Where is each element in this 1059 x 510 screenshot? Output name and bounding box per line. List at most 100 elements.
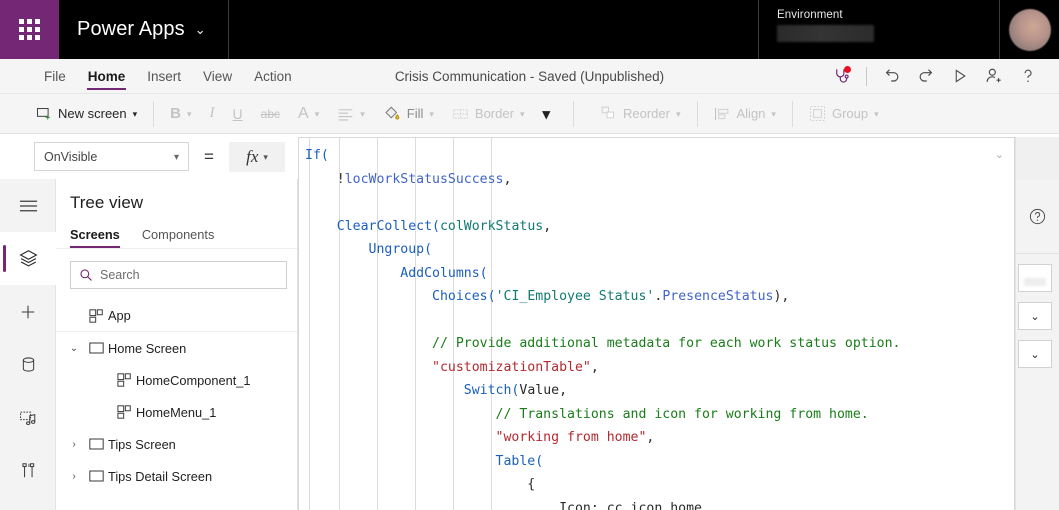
group-button[interactable]: Group ▾ (800, 99, 888, 129)
brand-title: Power Apps (77, 18, 185, 40)
preview-icon[interactable] (943, 61, 977, 91)
code-token: ClearCollect( (305, 218, 440, 234)
search-input[interactable]: Search (100, 268, 140, 282)
code-token: AddColumns( (305, 265, 488, 281)
account-area[interactable] (1000, 0, 1059, 59)
code-line: Table( (305, 450, 1014, 474)
code-token: Table( (305, 453, 544, 469)
equals-sign: = (204, 146, 214, 166)
code-line: "working from home", (305, 426, 1014, 450)
code-token: Value (519, 383, 560, 398)
data-icon[interactable] (0, 338, 56, 391)
border-button[interactable]: Border ▾ (443, 99, 534, 129)
properties-panel-edge: ⌄ ⌄ (1015, 254, 1059, 510)
search-box[interactable]: Search (70, 261, 287, 289)
help-icon[interactable] (1011, 61, 1045, 91)
align-button[interactable]: Align ▾ (705, 99, 785, 129)
formula-code[interactable]: If( !locWorkStatusSuccess, ClearCollect(… (299, 138, 1014, 510)
chevron-down-icon[interactable]: ▾ (520, 109, 525, 120)
menu-item-insert[interactable]: Insert (136, 59, 192, 94)
fx-button[interactable]: fx ▾ (229, 141, 285, 172)
code-line: !locWorkStatusSuccess, (305, 168, 1014, 192)
app-checker-icon[interactable] (824, 61, 858, 91)
more-options-button[interactable]: ▾ (533, 99, 559, 129)
chevron-down-icon[interactable]: ▾ (187, 109, 192, 120)
menu-item-view[interactable]: View (192, 59, 243, 94)
underline-label: U (232, 105, 243, 122)
bold-button[interactable]: B ▾ (161, 99, 200, 129)
media-icon[interactable] (0, 391, 56, 444)
menu-icon[interactable] (0, 179, 56, 232)
code-token: locWorkStatusSuccess (344, 171, 504, 187)
code-token: , (559, 383, 568, 398)
code-line: Icon: cc_icon_home (305, 497, 1014, 510)
menu-item-action[interactable]: Action (243, 59, 303, 94)
dropdown-1[interactable]: ⌄ (1018, 302, 1052, 330)
code-line: AddColumns( (305, 262, 1014, 286)
right-panel-help[interactable] (1015, 180, 1059, 254)
chevron-down-icon: ▾ (542, 105, 550, 123)
component-icon (112, 405, 136, 419)
environment-label: Environment (777, 9, 843, 21)
chevron-down-icon[interactable]: ⌄ (195, 22, 206, 38)
code-token: "customizationTable" (305, 359, 591, 375)
top-bar: Power Apps ⌄ Environment (0, 0, 1059, 59)
brand-area[interactable]: Power Apps ⌄ (59, 0, 229, 59)
advanced-tools-icon[interactable] (0, 444, 56, 497)
color-swatch-field[interactable] (1018, 264, 1052, 292)
chevron-down-icon[interactable]: ▾ (771, 109, 776, 120)
app-launcher-icon[interactable] (0, 0, 59, 59)
tab-screens[interactable]: Screens (70, 227, 120, 248)
code-line: Choices('CI_Employee Status'.PresenceSta… (305, 285, 1014, 309)
formula-editor[interactable]: ⌄ If( !locWorkStatusSuccess, ClearCollec… (298, 137, 1015, 510)
expand-formula-bar-chevron-icon[interactable]: ⌄ (995, 148, 1004, 161)
code-token: , (590, 359, 599, 375)
font-color-button[interactable]: A ▾ (289, 99, 328, 129)
tree-item-label: App (108, 308, 131, 323)
align-text-button[interactable]: ▾ (328, 99, 374, 129)
strikethrough-button[interactable]: abc (252, 99, 289, 129)
tree-item-home-screen[interactable]: ⌄ Home Screen (56, 332, 297, 364)
italic-button[interactable]: I (201, 99, 224, 129)
code-token: PresenceStatus (662, 289, 774, 304)
insert-icon[interactable] (0, 285, 56, 338)
new-screen-button[interactable]: New screen ▾ (26, 99, 146, 129)
share-icon[interactable] (977, 61, 1011, 91)
group-label: Group (831, 106, 869, 121)
divider (573, 100, 574, 127)
property-selector[interactable]: OnVisible ▾ (34, 142, 189, 171)
chevron-down-icon[interactable]: ▾ (315, 109, 320, 120)
tree-item-app[interactable]: App (56, 300, 297, 332)
environment-selector[interactable]: Environment (758, 0, 1000, 59)
tree-item-label: HomeMenu_1 (136, 404, 217, 420)
tree-view-icon[interactable] (0, 232, 56, 285)
left-rail (0, 179, 56, 510)
fill-button[interactable]: Fill ▾ (374, 99, 443, 129)
chevron-down-icon[interactable]: ▾ (133, 109, 138, 120)
chevron-down-icon[interactable]: ▾ (874, 109, 879, 120)
chevron-down-icon[interactable]: ⌄ (64, 343, 84, 354)
tab-components[interactable]: Components (142, 227, 215, 248)
underline-button[interactable]: U (224, 99, 252, 129)
menu-item-home[interactable]: Home (77, 59, 137, 94)
tree-item-homemenu-1[interactable]: HomeMenu_1 (56, 396, 297, 428)
undo-icon[interactable] (875, 61, 909, 91)
chevron-right-icon[interactable]: › (64, 439, 84, 450)
code-token: , (503, 171, 512, 187)
redo-icon[interactable] (909, 61, 943, 91)
tree-item-tips-detail-screen[interactable]: › Tips Detail Screen (56, 460, 297, 492)
dropdown-2[interactable]: ⌄ (1018, 340, 1052, 368)
chevron-down-icon[interactable]: ▾ (676, 109, 681, 120)
chevron-down-icon[interactable]: ▾ (429, 109, 434, 120)
chevron-down-icon[interactable]: ▾ (360, 109, 365, 120)
chevron-right-icon[interactable]: › (64, 471, 84, 482)
reorder-button[interactable]: Reorder ▾ (591, 99, 690, 129)
menu-item-file[interactable]: File (33, 59, 77, 94)
tree-item-tips-screen[interactable]: › Tips Screen (56, 428, 297, 460)
code-token: 'CI_Employee Status' (495, 289, 655, 304)
avatar[interactable] (1008, 8, 1051, 51)
power-apps-studio: Power Apps ⌄ Environment Crisis Communic… (0, 0, 1059, 510)
tree-item-homecomponent-1[interactable]: HomeComponent_1 (56, 364, 297, 396)
code-line: // Translations and icon for working fro… (305, 403, 1014, 427)
